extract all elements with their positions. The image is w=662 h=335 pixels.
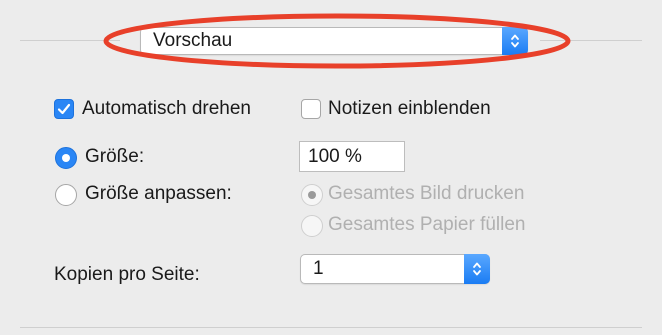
popup-stepper-icon [502,27,528,55]
print-entire-image-radio [301,184,323,206]
bottom-divider [20,327,642,328]
fit-label: Größe anpassen: [85,183,232,204]
fit-radio[interactable] [55,184,77,206]
section-popup-value: Vorschau [153,30,233,51]
print-entire-image-label: Gesamtes Bild drucken [328,183,525,204]
fill-entire-paper-radio [301,215,323,237]
show-notes-checkbox[interactable] [301,99,321,119]
fill-entire-paper-label: Gesamtes Papier füllen [328,214,526,235]
size-radio[interactable] [55,147,77,169]
auto-rotate-label: Automatisch drehen [82,98,251,119]
top-divider-right [540,40,642,41]
show-notes-label: Notizen einblenden [328,98,491,119]
copies-per-page-popup[interactable]: 1 [300,254,490,284]
top-divider-left [20,40,120,41]
copies-stepper-icon [464,254,490,284]
size-label: Größe: [85,146,145,167]
size-field[interactable] [299,141,405,172]
auto-rotate-checkbox[interactable] [54,99,74,119]
copies-per-page-label: Kopien pro Seite: [54,264,200,285]
copies-per-page-value: 1 [313,258,324,279]
size-input[interactable] [300,142,404,171]
section-popup[interactable]: Vorschau [140,27,528,55]
